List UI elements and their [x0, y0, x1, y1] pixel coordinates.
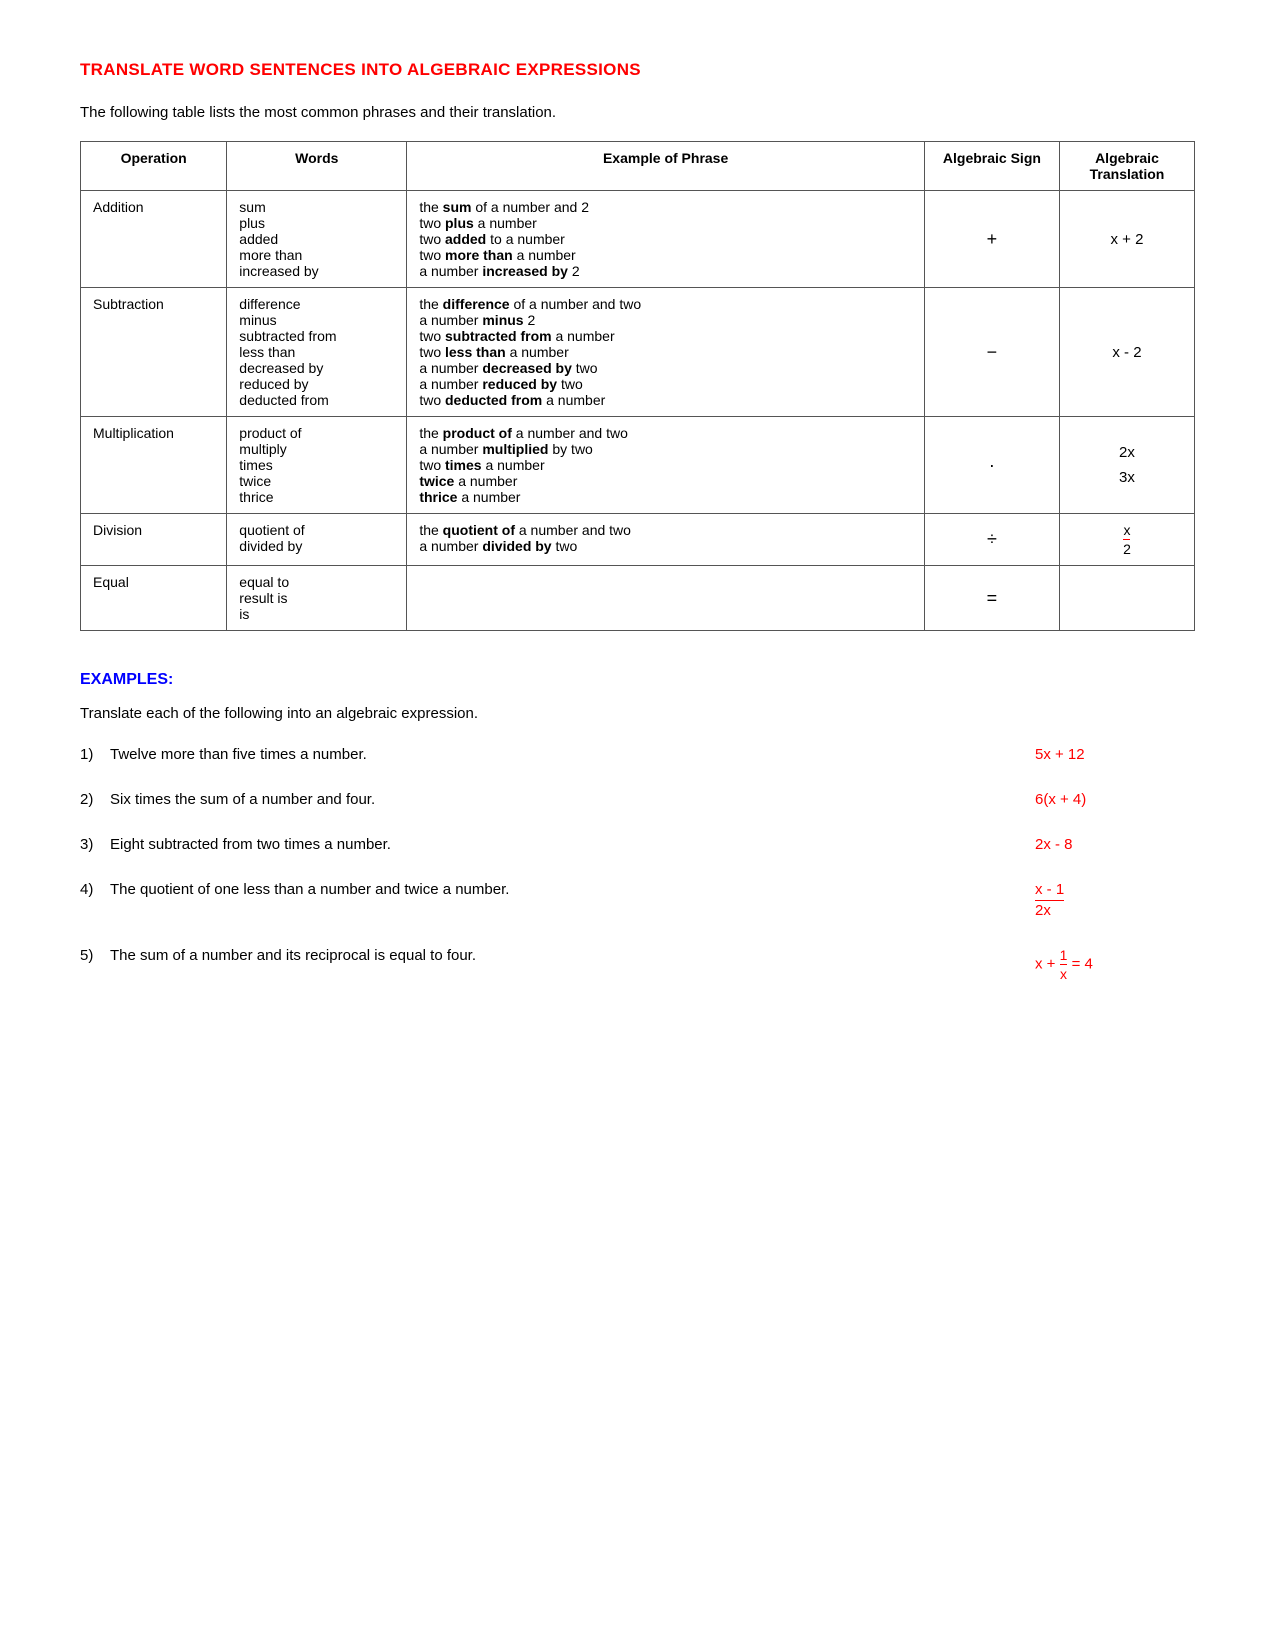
- example-answer-4: x - 1 2x: [1035, 881, 1195, 919]
- example-item-1: 1) Twelve more than five times a number.…: [80, 746, 1195, 763]
- op-multiplication: Multiplication: [81, 417, 227, 514]
- examples-equal: [407, 566, 925, 631]
- row-multiplication: Multiplication product ofmultiplytimestw…: [81, 417, 1195, 514]
- op-subtraction: Subtraction: [81, 288, 227, 417]
- trans-addition: x + 2: [1059, 191, 1194, 288]
- examples-intro: Translate each of the following into an …: [80, 705, 1195, 722]
- example-num-1: 1): [80, 746, 110, 763]
- examples-division: the quotient of a number and two a numbe…: [407, 514, 925, 566]
- main-table: Operation Words Example of Phrase Algebr…: [80, 141, 1195, 631]
- page-title: TRANSLATE WORD SENTENCES INTO ALGEBRAIC …: [80, 60, 1195, 80]
- trans-subtraction: x - 2: [1059, 288, 1194, 417]
- example-item-2: 2) Six times the sum of a number and fou…: [80, 791, 1195, 808]
- words-addition: sumplusaddedmore thanincreased by: [227, 191, 407, 288]
- example-answer-1: 5x + 12: [1035, 746, 1195, 763]
- examples-subtraction: the difference of a number and two a num…: [407, 288, 925, 417]
- examples-addition: the sum of a number and 2 two plus a num…: [407, 191, 925, 288]
- sign-subtraction: −: [924, 288, 1059, 417]
- example-num-5: 5): [80, 947, 110, 964]
- sign-addition: +: [924, 191, 1059, 288]
- row-subtraction: Subtraction differenceminussubtracted fr…: [81, 288, 1195, 417]
- example-num-3: 3): [80, 836, 110, 853]
- trans-equal: [1059, 566, 1194, 631]
- row-division: Division quotient ofdivided by the quoti…: [81, 514, 1195, 566]
- examples-section: EXAMPLES: Translate each of the followin…: [80, 671, 1195, 982]
- sign-multiplication: ·: [924, 417, 1059, 514]
- examples-title: EXAMPLES:: [80, 671, 1195, 689]
- header-example: Example of Phrase: [407, 142, 925, 191]
- row-equal: Equal equal toresult isis =: [81, 566, 1195, 631]
- example-item-3: 3) Eight subtracted from two times a num…: [80, 836, 1195, 853]
- op-division: Division: [81, 514, 227, 566]
- intro-text: The following table lists the most commo…: [80, 104, 1195, 121]
- header-operation: Operation: [81, 142, 227, 191]
- trans-division: x 2: [1059, 514, 1194, 566]
- op-equal: Equal: [81, 566, 227, 631]
- words-division: quotient ofdivided by: [227, 514, 407, 566]
- words-multiplication: product ofmultiplytimestwicethrice: [227, 417, 407, 514]
- trans-multiplication: 2x 3x: [1059, 417, 1194, 514]
- example-item-5: 5) The sum of a number and its reciproca…: [80, 947, 1195, 982]
- example-answer-5: x + 1 x = 4: [1035, 947, 1195, 982]
- example-text-5: The sum of a number and its reciprocal i…: [110, 947, 995, 964]
- example-num-2: 2): [80, 791, 110, 808]
- example-text-4: The quotient of one less than a number a…: [110, 881, 995, 898]
- header-sign: Algebraic Sign: [924, 142, 1059, 191]
- words-equal: equal toresult isis: [227, 566, 407, 631]
- row-addition: Addition sumplusaddedmore thanincreased …: [81, 191, 1195, 288]
- example-num-4: 4): [80, 881, 110, 898]
- example-item-4: 4) The quotient of one less than a numbe…: [80, 881, 1195, 919]
- op-addition: Addition: [81, 191, 227, 288]
- example-text-1: Twelve more than five times a number.: [110, 746, 995, 763]
- example-text-2: Six times the sum of a number and four.: [110, 791, 995, 808]
- example-text-3: Eight subtracted from two times a number…: [110, 836, 995, 853]
- words-subtraction: differenceminussubtracted fromless thand…: [227, 288, 407, 417]
- sign-equal: =: [924, 566, 1059, 631]
- examples-multiplication: the product of a number and two a number…: [407, 417, 925, 514]
- example-answer-3: 2x - 8: [1035, 836, 1195, 853]
- sign-division: ÷: [924, 514, 1059, 566]
- header-translation: AlgebraicTranslation: [1059, 142, 1194, 191]
- header-words: Words: [227, 142, 407, 191]
- example-answer-2: 6(x + 4): [1035, 791, 1195, 808]
